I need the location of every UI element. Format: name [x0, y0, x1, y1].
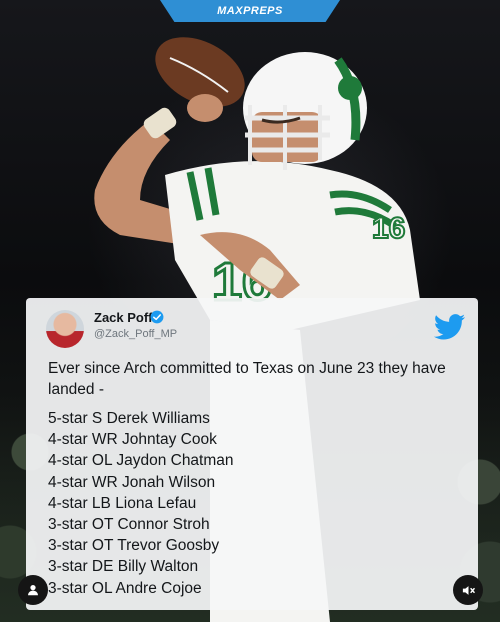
sleeve-number: 16 — [372, 212, 405, 245]
commit-item: 3-star OL Andre Cojoe — [48, 579, 202, 597]
commit-item: 5-star S Derek Williams — [48, 410, 210, 427]
brand-logo-text: MAXPREPS — [217, 5, 283, 17]
post-media[interactable]: 16 16 MAXPREPS Zack Poff @Zack_Poff_MP E… — [0, 0, 500, 622]
verified-badge-icon — [150, 310, 164, 324]
commit-item: 4-star LB Liona Lefau — [48, 494, 197, 512]
author-avatar — [46, 310, 84, 348]
author-handle: @Zack_Poff_MP — [94, 328, 178, 340]
commit-item: 3-star DE Billy Walton — [48, 558, 199, 576]
maxpreps-logo-tab: MAXPREPS — [160, 0, 340, 22]
tweet-text: Ever since Arch committed to Texas on Ju… — [48, 360, 446, 398]
twitter-bird-icon — [434, 314, 466, 340]
commit-item: 3-star OT Trevor Goosby — [48, 537, 220, 555]
commit-item: 3-star OT Connor Stroh — [48, 516, 210, 534]
tweet-card: Zack Poff @Zack_Poff_MP Ever since Arch … — [26, 298, 478, 610]
mute-toggle-button[interactable] — [453, 575, 483, 605]
commit-item: 4-star WR Jonah Wilson — [48, 473, 216, 491]
author-name: Zack Poff — [94, 310, 153, 325]
commit-item: 4-star WR Johntay Cook — [48, 431, 217, 449]
commit-item: 4-star OL Jaydon Chatman — [48, 452, 234, 470]
tagged-users-button[interactable] — [18, 575, 48, 605]
commit-list: 5-star S Derek Williams 4-star WR Johnta… — [48, 408, 468, 599]
speaker-muted-icon — [462, 585, 475, 595]
helmet-graphic — [243, 52, 367, 170]
user-tag-icon — [28, 585, 38, 596]
